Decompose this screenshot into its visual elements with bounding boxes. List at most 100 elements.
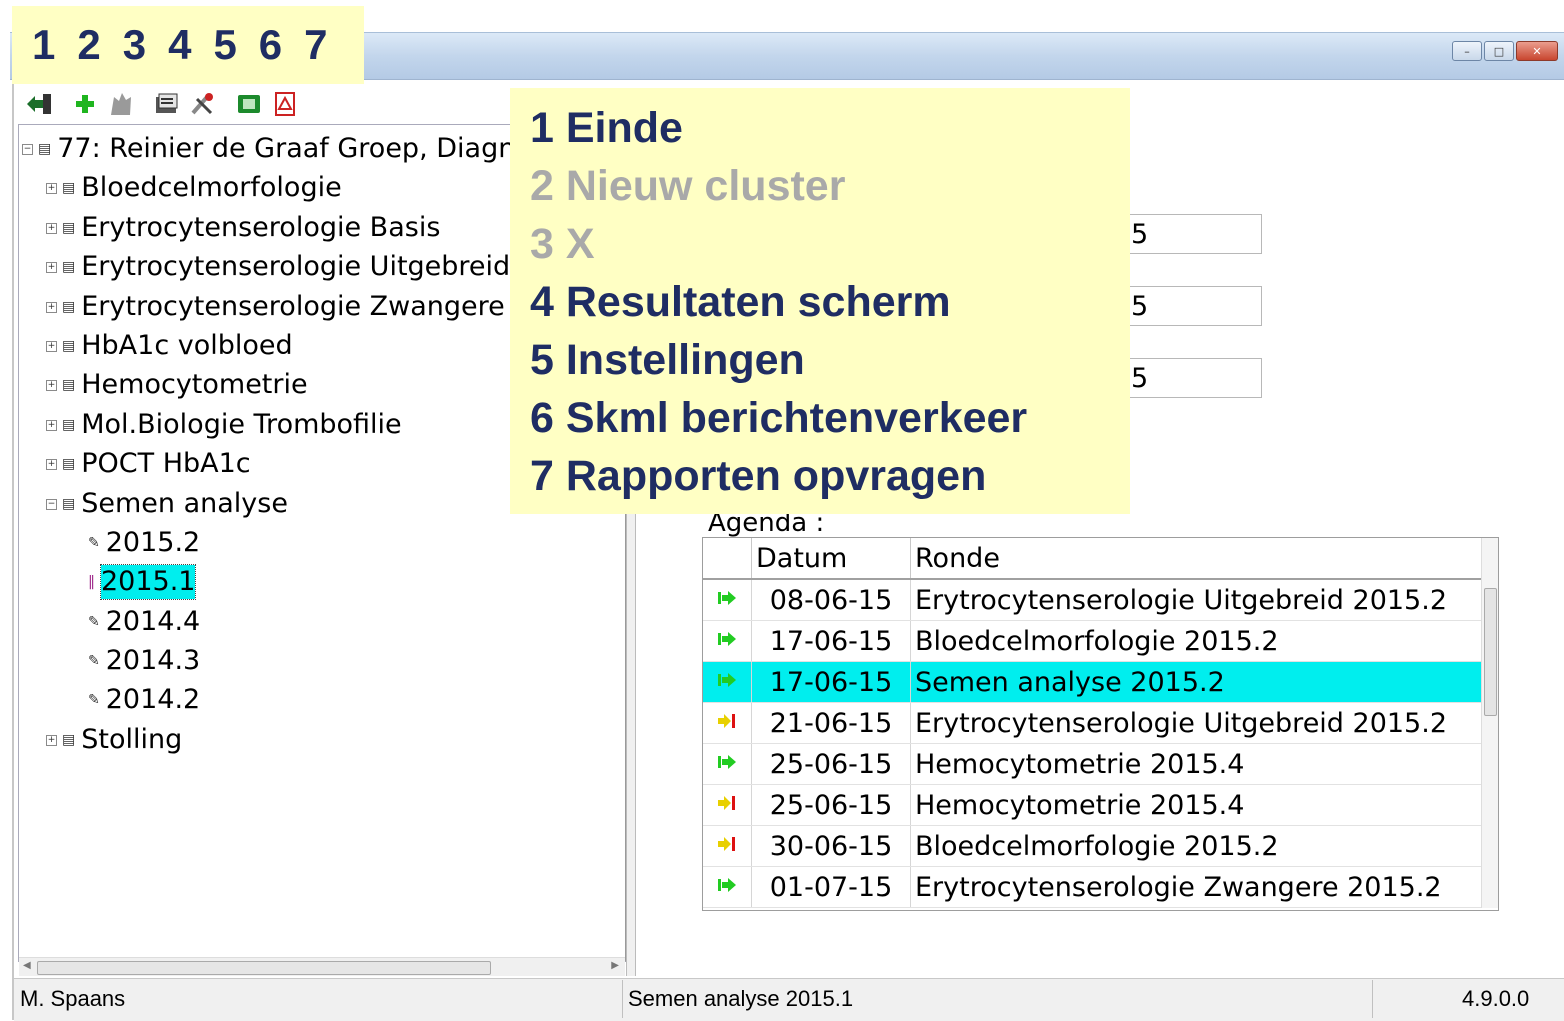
legend-item: 2 Nieuw cluster [530,162,846,210]
settings-icon[interactable] [188,89,218,119]
tree-round-selected[interactable]: ‖ 2015.1 [88,564,197,600]
results-screen-icon[interactable] [152,89,182,119]
collapse-toggle[interactable]: − [22,143,33,155]
expand-toggle[interactable]: + [46,734,57,746]
reports-icon[interactable] [270,89,300,119]
legend-number: 6 [258,21,283,68]
tree-round[interactable]: ✎ 2014.2 [88,683,200,717]
delete-icon [106,89,136,119]
agenda-vertical-scrollbar[interactable] [1481,538,1498,908]
agenda-row[interactable]: 17-06-15 Semen analyse 2015.2 [703,661,1483,703]
status-divider [1372,980,1373,1018]
round-field[interactable]: 5 [1110,214,1262,254]
arrow-stop-icon [703,702,752,744]
column-header[interactable] [703,538,752,580]
tree-item[interactable]: + ▤ Erytrocytenserologie Uitgebreid [46,250,510,284]
agenda-round: Erytrocytenserologie Zwangere 2015.2 [910,866,1483,908]
legend-item: 7 Rapporten opvragen [530,452,987,500]
maximize-button[interactable]: □ [1484,41,1514,61]
round-field[interactable]: 5 [1110,286,1262,326]
module-icon: ▤ [62,456,76,472]
round-icon: ✎ [88,614,100,630]
agenda-date: 30-06-15 [751,825,911,867]
legend-number: 4 [168,21,192,68]
tree-round-label: 2014.4 [105,606,201,637]
agenda-round: Hemocytometrie 2015.4 [910,784,1483,826]
expand-toggle[interactable]: + [46,340,57,352]
expand-toggle[interactable]: + [46,458,57,470]
arrow-stop-icon [703,784,752,826]
window-border [12,78,14,1020]
test-tube-icon: ‖ [88,574,95,590]
legend-item: 3 X [530,220,595,268]
module-icon: ▤ [62,220,76,236]
tree-round[interactable]: ✎ 2014.3 [88,644,200,678]
module-icon: ▤ [62,417,76,433]
agenda-round: Bloedcelmorfologie 2015.2 [910,825,1483,867]
legend-number: 3 [122,21,147,68]
agenda-grid[interactable]: Datum Ronde 08-06-15 Erytrocytenserologie… [702,537,1499,911]
expand-toggle[interactable]: + [46,379,57,391]
column-header[interactable]: Ronde [910,538,1483,580]
tree-item[interactable]: + ▤ Bloedcelmorfologie [46,171,342,205]
expand-toggle[interactable]: + [46,419,57,431]
expand-toggle[interactable]: + [46,301,57,313]
expand-toggle[interactable]: + [46,182,57,194]
exit-icon[interactable] [24,89,54,119]
tree-item[interactable]: + ▤ Erytrocytenserologie Basis [46,211,440,245]
module-icon: ▤ [62,299,76,315]
minimize-button[interactable]: – [1452,41,1482,61]
column-header[interactable]: Datum [751,538,911,580]
round-icon: ✎ [88,535,100,551]
scrollbar-thumb[interactable] [1484,588,1497,716]
tree-round[interactable]: ✎ 2015.2 [88,526,200,560]
tree-item[interactable]: + ▤ HbA1c volbloed [46,329,293,363]
agenda-row[interactable]: 01-07-15 Erytrocytenserologie Zwangere 20… [703,866,1483,908]
tree-item[interactable]: + ▤ POCT HbA1c [46,447,251,481]
new-cluster-icon[interactable] [70,89,100,119]
toolbar-legend-tooltip: 1 Einde 2 Nieuw cluster 3 X 4 Resultaten… [510,88,1130,514]
scrollbar-thumb[interactable] [37,961,491,975]
module-icon: ▤ [62,377,76,393]
agenda-row[interactable]: 08-06-15 Erytrocytenserologie Uitgebreid … [703,579,1483,621]
skml-messaging-icon[interactable] [234,89,264,119]
collapse-toggle[interactable]: − [46,498,57,510]
tree-horizontal-scrollbar[interactable]: ◀ ▶ [19,957,625,976]
tree-root[interactable]: − ▤ 77: Reinier de Graaf Groep, Diagn [22,132,515,166]
agenda-row[interactable]: 21-06-15 Erytrocytenserologie Uitgebreid … [703,702,1483,744]
scroll-left-arrow-icon[interactable]: ◀ [23,960,31,971]
agenda-date: 08-06-15 [751,579,911,621]
expand-toggle[interactable]: + [46,261,57,273]
agenda-date: 01-07-15 [751,866,911,908]
agenda-date: 17-06-15 [751,661,911,703]
agenda-date: 25-06-15 [751,743,911,785]
tree-round[interactable]: ✎ 2014.4 [88,605,200,639]
legend-item: 6 Skml berichtenverkeer [530,394,1028,442]
close-button[interactable]: ✕ [1516,41,1558,61]
round-field[interactable]: 5 [1110,358,1262,398]
agenda-round: Bloedcelmorfologie 2015.2 [910,620,1483,662]
tree-item-label: POCT HbA1c [81,448,251,479]
agenda-row[interactable]: 25-06-15 Hemocytometrie 2015.4 [703,784,1483,826]
status-version: 4.9.0.0 [1462,986,1530,1011]
agenda-row[interactable]: 17-06-15 Bloedcelmorfologie 2015.2 [703,620,1483,662]
agenda-row[interactable]: 30-06-15 Bloedcelmorfologie 2015.2 [703,825,1483,867]
tree-item-label: Stolling [81,724,183,755]
legend-item: 4 Resultaten scherm [530,278,951,326]
agenda-round: Semen analyse 2015.2 [910,661,1483,703]
tree-item[interactable]: + ▤ Stolling [46,723,182,757]
status-user: M. Spaans [20,986,126,1011]
tree-item[interactable]: + ▤ Erytrocytenserologie Zwangere [46,290,505,324]
agenda-row[interactable]: 25-06-15 Hemocytometrie 2015.4 [703,743,1483,785]
scroll-right-arrow-icon[interactable]: ▶ [611,960,619,971]
tree-round-label: 2014.2 [105,684,201,715]
expand-toggle[interactable]: + [46,222,57,234]
tree-item-label: Hemocytometrie [81,369,308,400]
arrow-go-icon [703,866,752,908]
agenda-round: Erytrocytenserologie Uitgebreid 2015.2 [910,702,1483,744]
tree-item[interactable]: − ▤ Semen analyse [46,487,288,521]
tree-item[interactable]: + ▤ Hemocytometrie [46,368,308,402]
round-icon: ✎ [88,653,100,669]
tree-item-label: Semen analyse [81,488,288,519]
tree-item[interactable]: + ▤ Mol.Biologie Trombofilie [46,408,402,442]
